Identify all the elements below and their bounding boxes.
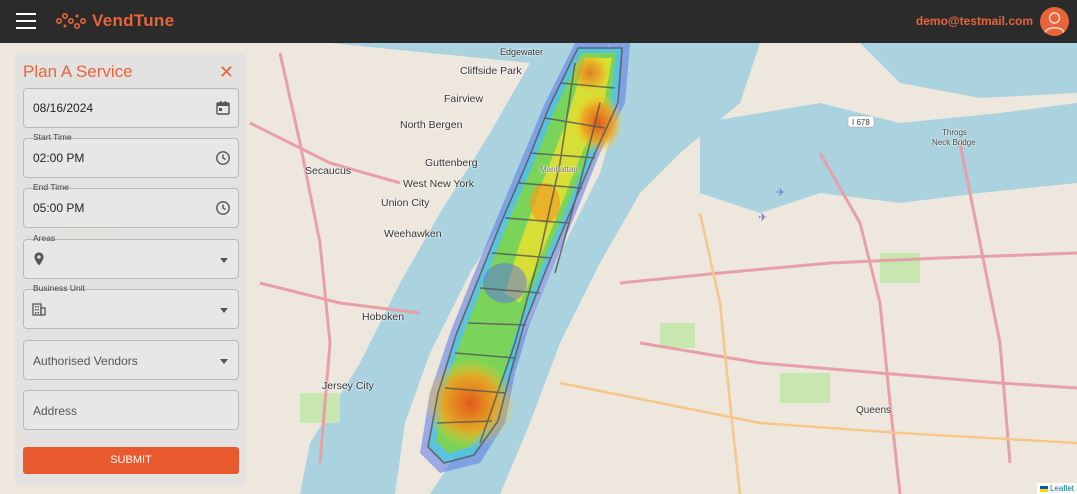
user-avatar-icon[interactable] [1040, 7, 1069, 36]
clock-icon[interactable] [215, 150, 231, 166]
map-label-hoboken: Hoboken [362, 311, 405, 323]
map-label-jersey-city: Jersey City [322, 380, 374, 392]
areas-label: Areas [33, 233, 56, 243]
map-label-union-city: Union City [381, 197, 430, 209]
map-attribution[interactable]: Leaflet [1036, 483, 1077, 494]
start-time-value: 02:00 PM [33, 151, 85, 165]
svg-text:✈: ✈ [776, 187, 785, 199]
panel-title: Plan A Service [23, 62, 133, 81]
map-label-queens: Queens [856, 405, 892, 416]
map-label-weehawken: Weehawken [384, 228, 442, 240]
plan-service-panel: Plan A Service ✕ 08/16/2024 Start Time 0… [15, 53, 246, 485]
app-title: VendTune [92, 11, 175, 30]
menu-icon[interactable] [16, 13, 36, 29]
authorised-vendors-placeholder: Authorised Vendors [33, 354, 138, 368]
end-time-field[interactable]: End Time 05:00 PM [23, 182, 239, 228]
building-icon [32, 303, 46, 316]
svg-text:✈: ✈ [758, 212, 767, 224]
map-label-west-new-york: West New York [403, 178, 475, 190]
start-time-label: Start Time [33, 132, 72, 142]
address-placeholder: Address [33, 404, 78, 418]
end-time-label: End Time [33, 182, 69, 192]
date-value: 08/16/2024 [33, 101, 94, 115]
start-time-field[interactable]: Start Time 02:00 PM [23, 132, 239, 178]
map-label-manhattan: Manhattan [540, 165, 578, 174]
business-unit-label: Business Unit [33, 283, 85, 293]
authorised-vendors-select[interactable]: Authorised Vendors [23, 340, 239, 380]
map-label-neck-bridge: Neck Bridge [932, 138, 976, 147]
clock-icon[interactable] [215, 200, 231, 216]
close-icon[interactable]: ✕ [219, 63, 234, 81]
attribution-link[interactable]: Leaflet [1050, 484, 1074, 493]
map-label-fairview: Fairview [444, 93, 484, 105]
vendtune-logo-icon [55, 12, 86, 30]
chevron-down-icon[interactable] [220, 359, 228, 364]
submit-button[interactable]: SUBMIT [23, 447, 239, 474]
end-time-value: 05:00 PM [33, 201, 85, 215]
highway-shield-i678: I 678 [852, 118, 870, 127]
map-label-guttenberg: Guttenberg [425, 157, 478, 169]
map-label-secaucus: Secaucus [305, 165, 352, 177]
business-unit-select[interactable]: Business Unit [23, 283, 239, 329]
map-label-throgs: Throgs [942, 128, 967, 137]
areas-select[interactable]: Areas [23, 233, 239, 279]
address-input[interactable]: Address [23, 390, 239, 430]
chevron-down-icon[interactable] [220, 308, 228, 313]
map-label-cliffside-park: Cliffside Park [460, 65, 522, 77]
map-label-edgewater: Edgewater [500, 47, 544, 57]
chevron-down-icon[interactable] [220, 258, 228, 263]
ukraine-flag-icon [1039, 485, 1048, 492]
date-field[interactable]: 08/16/2024 [23, 88, 239, 128]
user-email: demo@testmail.com [915, 14, 1033, 28]
map-label-north-bergen: North Bergen [400, 119, 463, 131]
location-pin-icon [34, 252, 44, 266]
top-app-bar: VendTune demo@testmail.com [0, 0, 1077, 43]
calendar-icon[interactable] [215, 100, 231, 116]
